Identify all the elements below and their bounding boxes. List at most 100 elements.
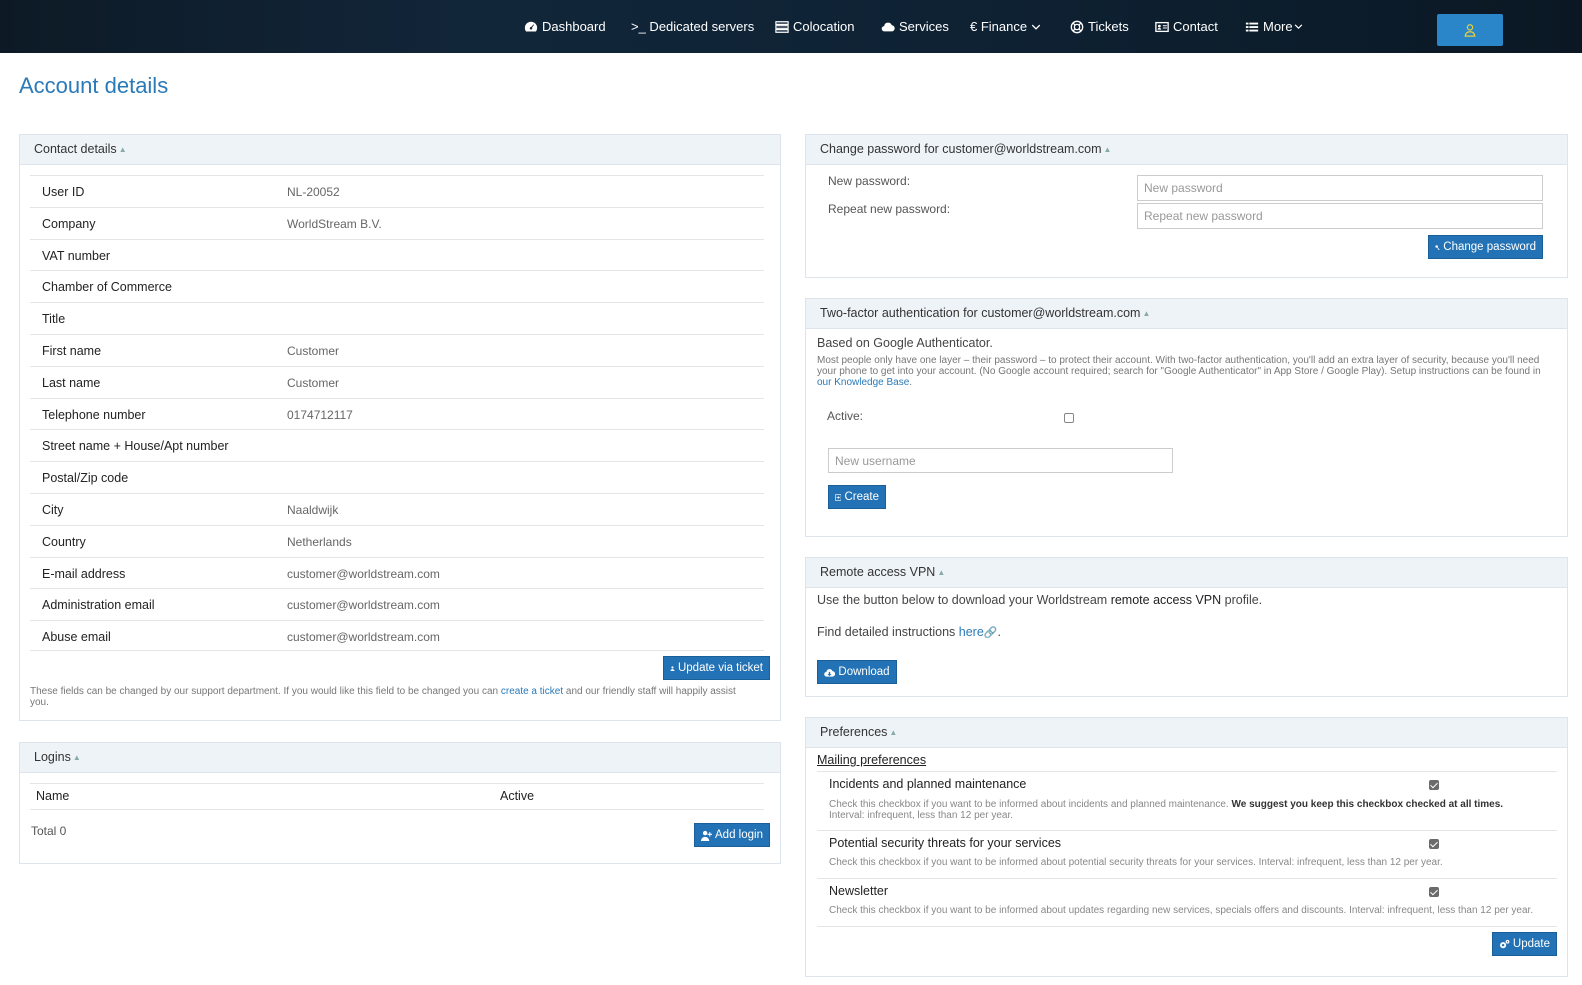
collapse-caret-icon: ▲ (72, 753, 81, 762)
new-username-input[interactable]: New username (828, 448, 1173, 473)
nav-finance[interactable]: € Finance (970, 19, 1041, 34)
update-via-ticket-button[interactable]: Update via ticket (663, 656, 770, 680)
contact-row-value: customer@worldstream.com (287, 566, 440, 581)
contact-row: Last name Customer (30, 365, 764, 398)
create-ticket-link[interactable]: create a ticket (501, 686, 563, 697)
change-password-header[interactable]: Change password for customer@worldstream… (806, 135, 1567, 165)
knowledge-base-link[interactable]: our Knowledge Base (817, 377, 909, 388)
pref-newsletter-description: Check this checkbox if you want to be in… (829, 905, 1534, 916)
contact-row: Street name + House/Apt number (30, 429, 764, 461)
vpn-description: Use the button below to download your Wo… (817, 593, 1262, 607)
download-vpn-button[interactable]: Download (817, 660, 897, 684)
nav-dashboard[interactable]: Dashboard (524, 19, 606, 34)
nav-contact-label: Contact (1173, 19, 1218, 34)
nav-dedicated-servers-label: >_ Dedicated servers (631, 19, 755, 34)
contact-row-label: Title (42, 312, 66, 327)
contact-row-label: E-mail address (42, 566, 126, 581)
new-password-input[interactable]: New password (1137, 175, 1543, 201)
preferences-header[interactable]: Preferences ▲ (806, 718, 1567, 748)
two-factor-description-end: . (909, 377, 913, 388)
server-rack-icon (775, 20, 789, 33)
contact-row-label: Administration email (42, 598, 155, 613)
user-icon (670, 665, 675, 671)
nav-dedicated-servers[interactable]: >_ Dedicated servers (631, 19, 754, 34)
contact-row-value: Netherlands (287, 534, 352, 549)
nav-tickets-label: Tickets (1088, 19, 1129, 34)
pref-incidents-checkbox[interactable] (1429, 780, 1439, 790)
logins-panel: Logins ▲ Name Active Total 0 Add login (19, 742, 781, 864)
key-icon (1435, 244, 1440, 250)
two-factor-header[interactable]: Two-factor authentication for customer@w… (806, 299, 1567, 329)
create-button[interactable]: Create (828, 485, 886, 509)
user-menu-button[interactable] (1437, 14, 1503, 46)
pref-incidents-title: Incidents and planned maintenance (829, 777, 1027, 791)
vpn-description-end: profile. (1221, 593, 1263, 607)
remote-vpn-header[interactable]: Remote access VPN ▲ (806, 558, 1567, 588)
nav-tickets[interactable]: Tickets (1070, 19, 1129, 34)
logins-title: Logins (34, 750, 71, 764)
contact-details-header[interactable]: Contact details ▲ (20, 135, 780, 165)
contact-row-value: 0174712117 (287, 407, 353, 422)
divider (817, 878, 1557, 879)
divider (817, 771, 1557, 772)
contact-row-label: Chamber of Commerce (42, 280, 172, 295)
two-factor-active-checkbox[interactable] (1064, 413, 1074, 423)
contact-details-title: Contact details (34, 142, 117, 156)
two-factor-subtitle: Based on Google Authenticator. (817, 336, 993, 350)
nav-contact[interactable]: Contact (1155, 19, 1218, 34)
logins-header[interactable]: Logins ▲ (20, 743, 780, 773)
change-password-title: Change password for customer@worldstream… (820, 142, 1102, 156)
contact-row-label: Street name + House/Apt number (42, 439, 229, 454)
repeat-password-placeholder: Repeat new password (1144, 209, 1263, 223)
collapse-caret-icon: ▲ (1103, 145, 1112, 154)
nav-services[interactable]: Services (881, 19, 949, 34)
contact-row: Company WorldStream B.V. (30, 206, 764, 239)
mailing-preferences-link[interactable]: Mailing preferences (817, 753, 926, 767)
contact-row-label: Abuse email (42, 630, 111, 645)
link-icon: 🔗 (983, 627, 998, 639)
collapse-caret-icon: ▲ (889, 728, 898, 737)
add-login-button[interactable]: Add login (694, 823, 770, 847)
repeat-password-label: Repeat new password: (828, 202, 951, 216)
table-bottom-border (30, 650, 764, 651)
contact-row-value: Naaldwijk (287, 503, 339, 517)
add-login-label: Add login (715, 829, 763, 841)
nav-colocation-label: Colocation (793, 19, 855, 34)
page-title: Account details (19, 73, 169, 98)
pref-incidents-description: Check this checkbox if you want to be in… (829, 799, 1549, 821)
nav-colocation[interactable]: Colocation (775, 19, 854, 34)
logins-total: Total 0 (31, 824, 67, 838)
pref-newsletter-title: Newsletter (829, 884, 889, 898)
contact-card-icon (1155, 21, 1169, 32)
contact-row-label: VAT number (42, 248, 111, 263)
contact-row: City Naaldwijk (30, 493, 764, 525)
vpn-instructions-link[interactable]: here (959, 625, 984, 639)
divider (817, 830, 1557, 831)
cloud-icon (881, 22, 895, 31)
contact-note-text: These fields can be changed by our suppo… (30, 686, 501, 697)
top-navigation-bar: Dashboard >_ Dedicated servers Colocatio… (0, 0, 1582, 53)
plus-square-icon (835, 493, 842, 501)
logins-column-active: Active (500, 789, 535, 803)
pref-newsletter-checkbox[interactable] (1429, 887, 1439, 897)
repeat-password-input[interactable]: Repeat new password (1137, 203, 1543, 229)
contact-row-value: customer@worldstream.com (287, 630, 440, 645)
contact-note: These fields can be changed by our suppo… (30, 686, 755, 708)
update-preferences-button[interactable]: Update (1492, 932, 1557, 956)
dashboard-icon (524, 21, 538, 32)
download-label: Download (838, 666, 890, 678)
preferences-title: Preferences (820, 725, 888, 739)
contact-row: Country Netherlands (30, 524, 764, 557)
contact-row: Abuse email customer@worldstream.com (30, 620, 764, 652)
contact-row-value: customer@worldstream.com (287, 598, 440, 613)
contact-row: User ID NL-20052 (30, 175, 764, 207)
nav-more[interactable]: More (1245, 19, 1303, 34)
vpn-instructions-text: Find detailed instructions (817, 625, 959, 639)
pref-security-checkbox[interactable] (1429, 839, 1439, 849)
vpn-instructions-end: . (997, 625, 1001, 639)
remote-vpn-title: Remote access VPN (820, 565, 936, 579)
contact-row-label: Last name (42, 375, 101, 390)
divider (30, 809, 764, 810)
new-password-label: New password: (828, 174, 911, 188)
change-password-button[interactable]: Change password (1428, 235, 1543, 259)
